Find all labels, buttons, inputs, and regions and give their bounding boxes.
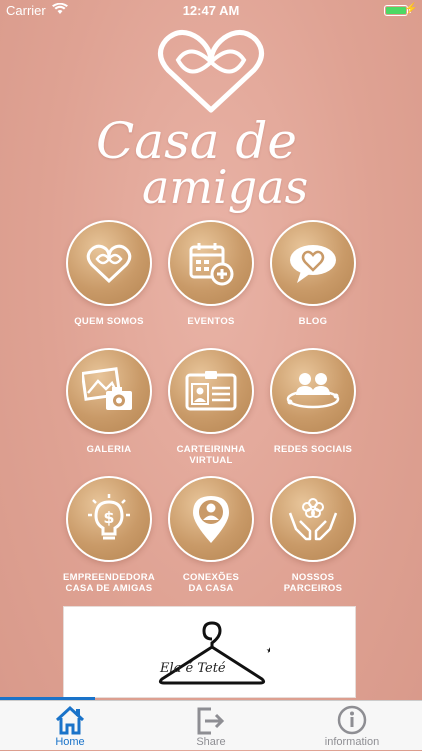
tile-label: BLOG (298, 316, 328, 327)
people-network-icon (286, 373, 340, 409)
tab-label: Home (55, 736, 85, 748)
status-bar: Carrier 12:47 AM ⚡ (0, 0, 422, 22)
heart-infinity-icon (86, 244, 132, 284)
home-icon (55, 705, 85, 735)
banner-text: Ela é Teté (160, 661, 226, 676)
tab-label: information (324, 736, 380, 748)
tile-label: REDES SOCIAIS (273, 444, 353, 455)
svg-text:★: ★ (266, 646, 270, 655)
carteirinha-virtual-button[interactable] (168, 348, 254, 434)
location-person-icon (193, 496, 229, 543)
nossos-parceiros-button[interactable] (270, 476, 356, 562)
calendar-add-icon (189, 243, 234, 286)
eventos-button[interactable] (168, 220, 254, 306)
galeria-button[interactable] (66, 348, 152, 434)
blog-button[interactable] (270, 220, 356, 306)
sponsor-banner[interactable]: ★ Ela é Teté (63, 606, 356, 698)
info-icon (337, 705, 367, 735)
share-exit-icon (197, 707, 225, 735)
clock: 12:47 AM (182, 3, 240, 18)
tile-nossos-parceiros[interactable]: NOSSOS PARCEIROS (253, 476, 373, 594)
svg-text:$: $ (103, 508, 114, 527)
tile-label: NOSSOS PARCEIROS (283, 572, 343, 594)
tab-label: Share (196, 736, 226, 748)
hands-flower-icon (288, 498, 338, 541)
empreendedora-button[interactable]: $ (66, 476, 152, 562)
conexoes-da-casa-button[interactable] (168, 476, 254, 562)
app-logo: Casa de amigas (0, 20, 422, 220)
tab-home[interactable]: Home (0, 701, 140, 751)
tile-blog[interactable]: BLOG (253, 220, 373, 327)
charging-icon: ⚡ (404, 3, 418, 15)
quem-somos-button[interactable] (66, 220, 152, 306)
tab-information[interactable]: information (282, 701, 422, 751)
hanger-icon: ★ (158, 621, 270, 685)
tab-share[interactable]: Share (141, 701, 281, 751)
tile-redes-sociais[interactable]: REDES SOCIAIS (253, 348, 373, 455)
infinity-heart-icon (158, 30, 264, 113)
lightbulb-dollar-icon: $ (88, 494, 130, 540)
logo-text-line2: amigas (142, 160, 309, 214)
id-card-icon (185, 371, 237, 411)
redes-sociais-button[interactable] (270, 348, 356, 434)
photos-camera-icon (82, 367, 132, 410)
speech-bubble-heart-icon (290, 245, 336, 283)
tab-bar: Home Share information (0, 700, 422, 750)
